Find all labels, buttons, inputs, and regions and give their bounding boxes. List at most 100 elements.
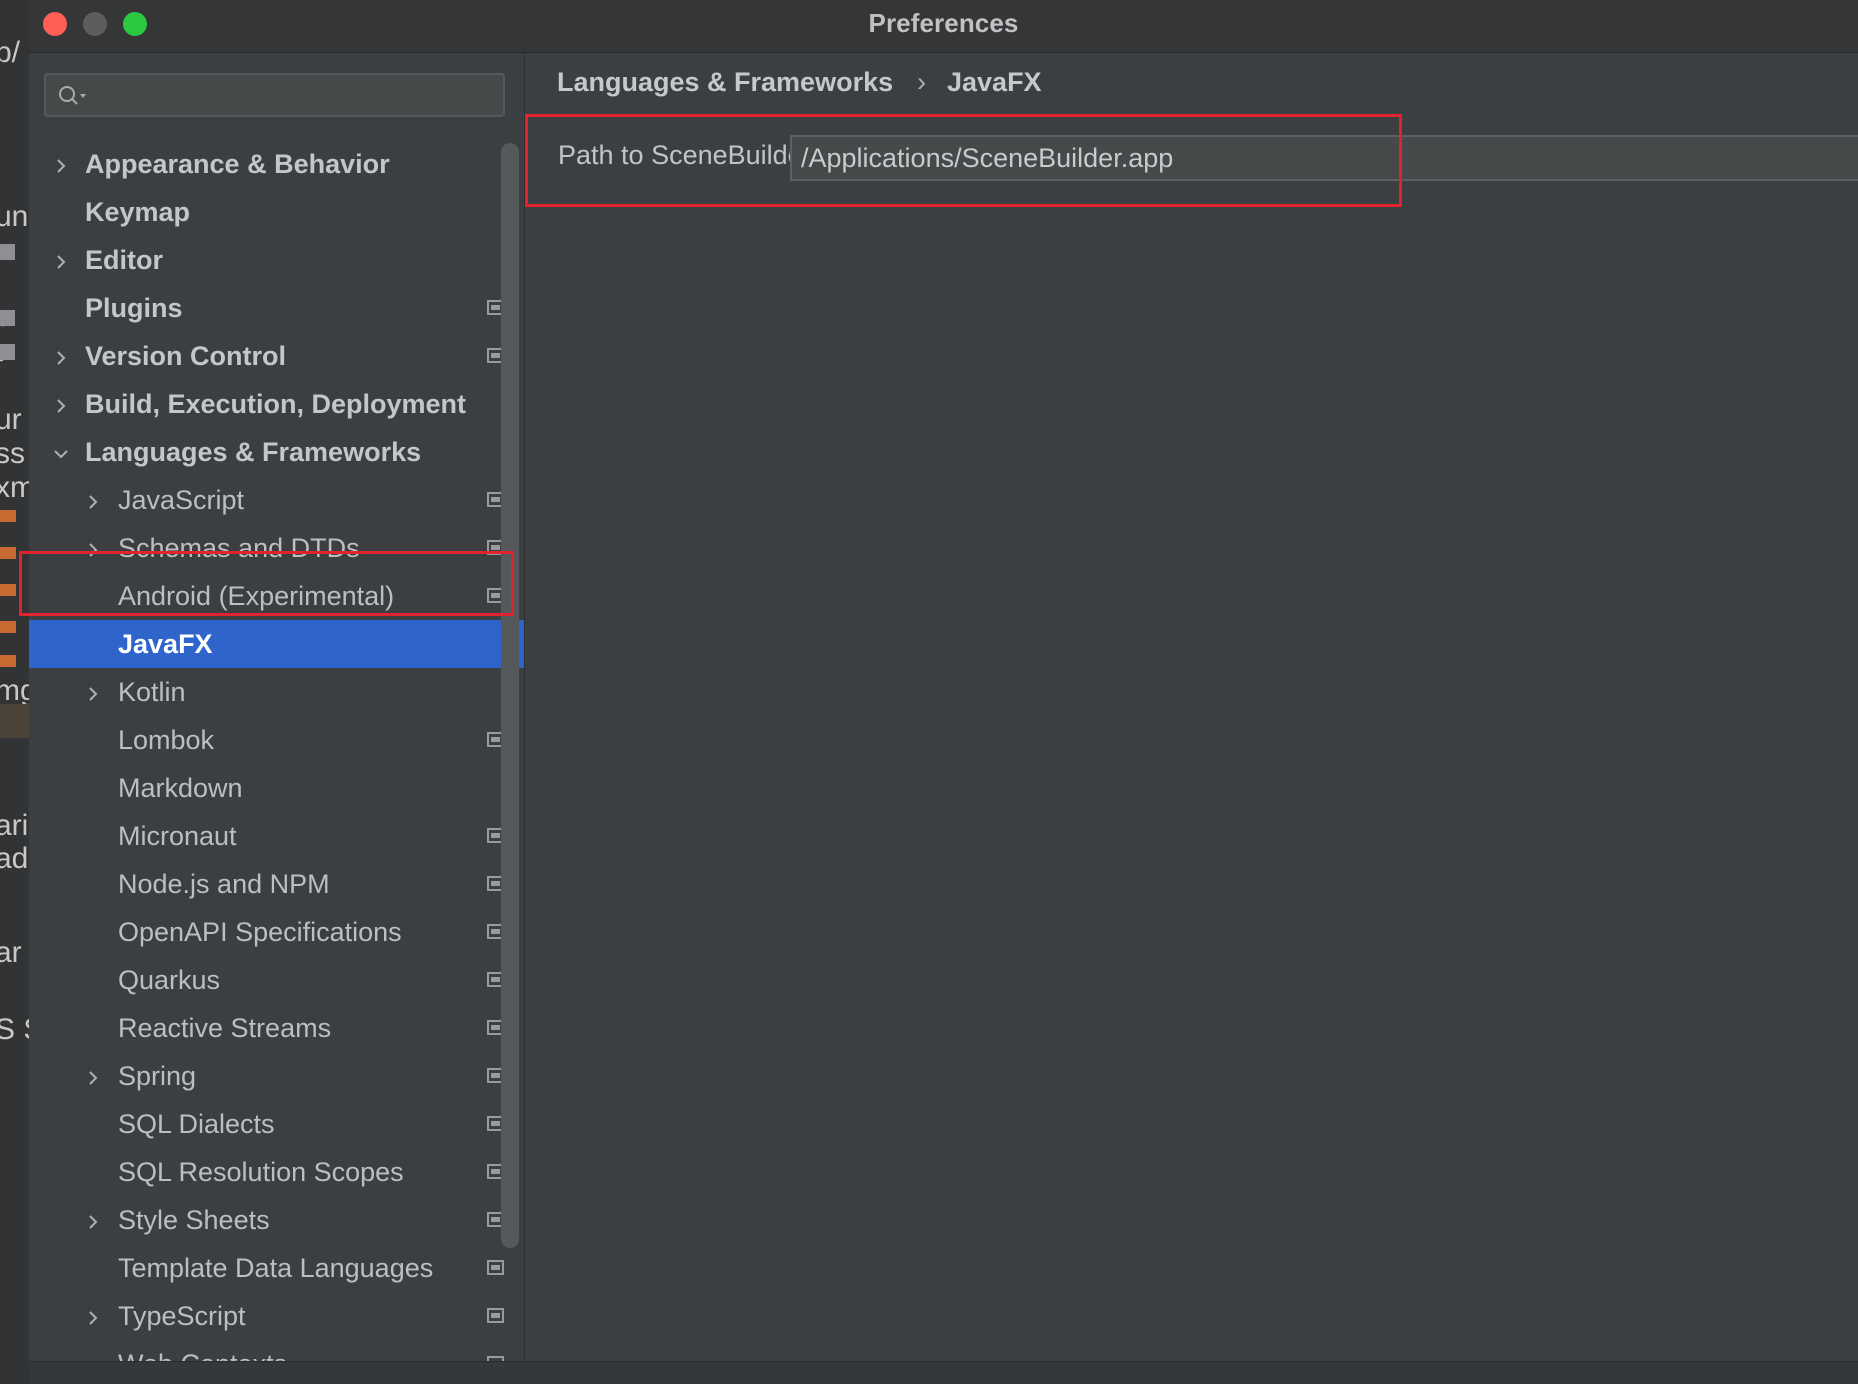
project-settings-icon xyxy=(487,1260,504,1275)
tree-item-reactive-streams[interactable]: Reactive Streams xyxy=(29,1004,524,1052)
chevron-down-icon[interactable] xyxy=(52,445,70,463)
background-file-icon xyxy=(0,310,15,326)
desktop-background: p/ un c t ur ss xm mg ari ad ar S S Pref… xyxy=(0,0,1858,1384)
settings-search-box[interactable] xyxy=(44,73,505,117)
tree-item-label: Appearance & Behavior xyxy=(85,149,390,179)
tree-item-nodejs-npm[interactable]: Node.js and NPM xyxy=(29,860,524,908)
chevron-right-icon[interactable] xyxy=(52,397,70,415)
background-fragment: mg xyxy=(0,674,29,707)
tree-item-schemas-dtds[interactable]: Schemas and DTDs xyxy=(29,524,524,572)
tree-item-editor[interactable]: Editor xyxy=(29,236,524,284)
chevron-right-icon[interactable] xyxy=(52,253,70,271)
sidebar-scrollbar[interactable] xyxy=(501,143,519,1248)
tree-item-style-sheets[interactable]: Style Sheets xyxy=(29,1196,524,1244)
tree-item-label: Quarkus xyxy=(118,965,221,995)
tree-item-label: Languages & Frameworks xyxy=(85,437,422,467)
tree-item-label: Reactive Streams xyxy=(118,1013,332,1043)
background-warning-icon xyxy=(0,584,16,596)
background-warning-icon xyxy=(0,510,16,522)
chevron-right-icon[interactable] xyxy=(84,1213,102,1231)
search-icon xyxy=(59,86,86,105)
chevron-right-icon[interactable] xyxy=(84,541,102,559)
tree-item-label: JavaFX xyxy=(118,629,213,659)
tree-item-typescript[interactable]: TypeScript xyxy=(29,1292,524,1340)
tree-item-label: Android (Experimental) xyxy=(118,581,395,611)
tree-item-plugins[interactable]: Plugins xyxy=(29,284,524,332)
tree-item-label: Editor xyxy=(85,245,163,275)
background-file-icon xyxy=(0,344,15,360)
breadcrumb-separator: › xyxy=(917,67,926,97)
background-warning-icon xyxy=(0,621,16,633)
tree-item-android-experimental[interactable]: Android (Experimental) xyxy=(29,572,524,620)
tree-item-quarkus[interactable]: Quarkus xyxy=(29,956,524,1004)
tree-item-javafx-selected[interactable]: JavaFX xyxy=(29,620,524,668)
tree-item-sql-dialects[interactable]: SQL Dialects xyxy=(29,1100,524,1148)
javafx-settings-panel: Languages & Frameworks › JavaFX Path to … xyxy=(525,53,1858,1384)
tree-item-template-data-languages[interactable]: Template Data Languages xyxy=(29,1244,524,1292)
tree-item-label: OpenAPI Specifications xyxy=(118,917,402,947)
scenebuilder-path-label: Path to SceneBuilder: xyxy=(558,140,820,170)
tree-item-sql-resolution-scopes[interactable]: SQL Resolution Scopes xyxy=(29,1148,524,1196)
scenebuilder-path-field[interactable]: /Applications/SceneBuilder.app xyxy=(790,135,1858,181)
tree-item-kotlin[interactable]: Kotlin xyxy=(29,668,524,716)
tree-item-label: SQL Dialects xyxy=(118,1109,275,1139)
tree-item-label: Template Data Languages xyxy=(118,1253,434,1283)
background-fragment: ari xyxy=(0,809,29,842)
tree-item-javascript[interactable]: JavaScript xyxy=(29,476,524,524)
background-editor-strip: p/ un c t ur ss xm mg ari ad ar S S xyxy=(0,0,29,1384)
background-warning-icon xyxy=(0,547,16,559)
title-bar[interactable]: Preferences xyxy=(29,0,1858,53)
project-settings-icon xyxy=(487,1308,504,1323)
chevron-right-icon[interactable] xyxy=(84,685,102,703)
tree-item-label: Micronaut xyxy=(118,821,237,851)
background-fragment: ad xyxy=(0,842,29,875)
tree-item-label: TypeScript xyxy=(118,1301,246,1331)
chevron-right-icon[interactable] xyxy=(52,349,70,367)
chevron-right-icon[interactable] xyxy=(84,493,102,511)
tree-item-label: Build, Execution, Deployment xyxy=(85,389,467,419)
tree-item-build-execution-deployment[interactable]: Build, Execution, Deployment xyxy=(29,380,524,428)
chevron-right-icon[interactable] xyxy=(84,1069,102,1087)
tree-item-label: Schemas and DTDs xyxy=(118,533,360,563)
tree-item-label: Markdown xyxy=(118,773,243,803)
background-fragment: ur xyxy=(0,403,22,436)
dialog-bottom-strip xyxy=(29,1361,1858,1384)
tree-item-lombok[interactable]: Lombok xyxy=(29,716,524,764)
tree-item-label: Spring xyxy=(118,1061,197,1091)
tree-item-appearance-behavior[interactable]: Appearance & Behavior xyxy=(29,140,524,188)
breadcrumb-parent[interactable]: Languages & Frameworks xyxy=(557,67,893,98)
tree-item-version-control[interactable]: Version Control xyxy=(29,332,524,380)
background-fragment: p/ xyxy=(0,36,21,69)
background-warning-icon xyxy=(0,655,16,667)
background-fragment: un xyxy=(0,200,29,233)
tree-item-label: Node.js and NPM xyxy=(118,869,330,899)
tree-item-label: Kotlin xyxy=(118,677,186,707)
tree-item-markdown[interactable]: Markdown xyxy=(29,764,524,812)
tree-item-label: Lombok xyxy=(118,725,215,755)
background-fragment: ar xyxy=(0,936,22,969)
tree-item-micronaut[interactable]: Micronaut xyxy=(29,812,524,860)
tree-item-spring[interactable]: Spring xyxy=(29,1052,524,1100)
settings-search-input[interactable] xyxy=(96,80,495,112)
background-fragment: ss xyxy=(0,437,25,470)
chevron-right-icon[interactable] xyxy=(52,157,70,175)
tree-item-label: JavaScript xyxy=(118,485,245,515)
tree-item-label: Style Sheets xyxy=(118,1205,270,1235)
background-fragment: xm xyxy=(0,471,29,504)
background-file-icon xyxy=(0,244,15,260)
chevron-right-icon[interactable] xyxy=(84,1309,102,1327)
tree-item-label: SQL Resolution Scopes xyxy=(118,1157,404,1187)
window-title: Preferences xyxy=(868,8,1019,38)
settings-tree: Appearance & Behavior Keymap Editor Plug… xyxy=(29,140,524,1384)
background-fragment: S S xyxy=(0,1013,29,1046)
breadcrumb-current: JavaFX xyxy=(947,67,1042,97)
tree-item-label: Version Control xyxy=(85,341,287,371)
tree-item-label: Keymap xyxy=(85,197,191,227)
settings-sidebar: Appearance & Behavior Keymap Editor Plug… xyxy=(29,53,525,1384)
tree-item-label: Plugins xyxy=(85,293,183,323)
preferences-window: Preferences Appearance & Behavior Keymap xyxy=(29,0,1858,1384)
tree-item-openapi-specifications[interactable]: OpenAPI Specifications xyxy=(29,908,524,956)
tree-item-languages-frameworks[interactable]: Languages & Frameworks xyxy=(29,428,524,476)
tree-item-keymap[interactable]: Keymap xyxy=(29,188,524,236)
background-selection xyxy=(0,704,29,738)
